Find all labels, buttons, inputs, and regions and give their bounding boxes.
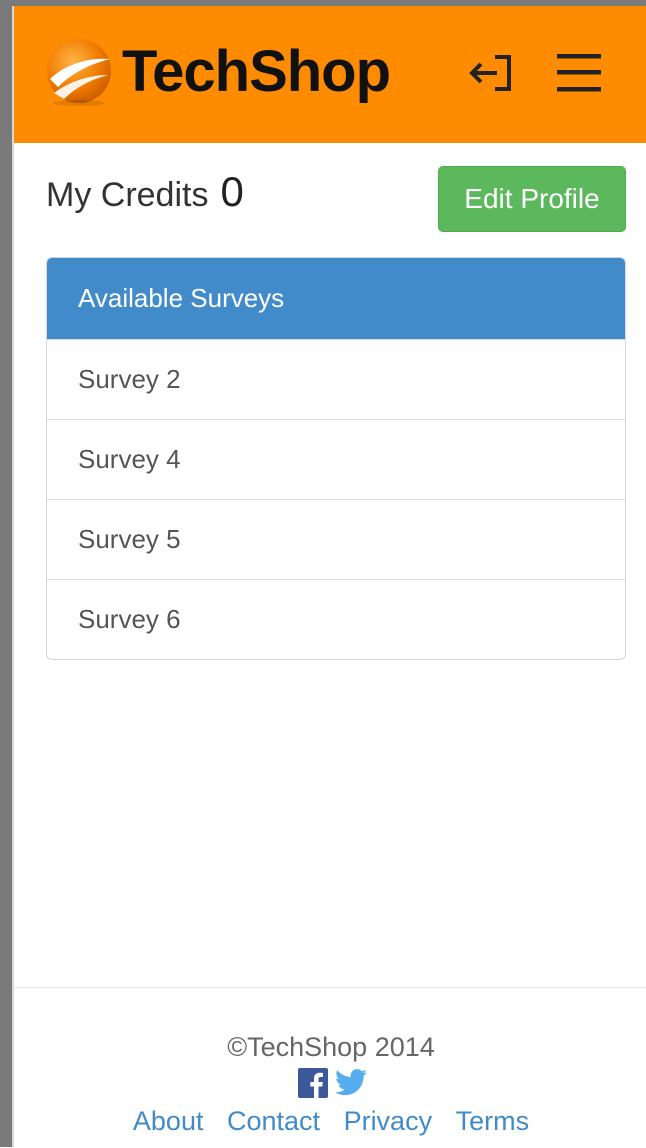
hamburger-menu-icon (555, 52, 603, 99)
copyright-text: ©TechShop 2014 (227, 1032, 435, 1062)
social-links (298, 1068, 368, 1103)
sign-in-button[interactable] (466, 52, 516, 98)
footer-link-terms[interactable]: Terms (456, 1106, 530, 1136)
credits-display: My Credits 0 (46, 168, 244, 216)
footer-links: About Contact Privacy Terms (14, 1106, 646, 1137)
credits-label: My Credits (46, 176, 209, 214)
site-header: TechShop (14, 6, 646, 143)
surveys-panel-heading: Available Surveys (47, 258, 625, 339)
page: TechShop My Credits 0 Edit Profile Avail… (12, 6, 646, 1147)
footer-link-contact[interactable]: Contact (227, 1106, 320, 1136)
footer-link-privacy[interactable]: Privacy (344, 1106, 433, 1136)
surveys-panel: Available Surveys Survey 2 Survey 4 Surv… (46, 257, 626, 660)
twitter-icon[interactable] (334, 1068, 368, 1103)
sign-in-icon (469, 54, 513, 97)
techshop-logo-icon (44, 37, 114, 107)
survey-list-item[interactable]: Survey 6 (47, 579, 625, 659)
site-footer: ©TechShop 2014 About Contact Privacy Ter… (14, 987, 646, 1148)
survey-list-item[interactable]: Survey 5 (47, 499, 625, 579)
facebook-icon[interactable] (298, 1068, 328, 1103)
menu-toggle-button[interactable] (554, 52, 604, 98)
edit-profile-button[interactable]: Edit Profile (438, 166, 626, 232)
brand-name: TechShop (122, 39, 391, 104)
credits-value: 0 (220, 168, 244, 215)
brand-logo[interactable]: TechShop (44, 32, 391, 112)
survey-list-item[interactable]: Survey 2 (47, 339, 625, 419)
footer-link-about[interactable]: About (133, 1106, 204, 1136)
browser-frame: TechShop My Credits 0 Edit Profile Avail… (0, 0, 646, 1147)
survey-list-item[interactable]: Survey 4 (47, 419, 625, 499)
